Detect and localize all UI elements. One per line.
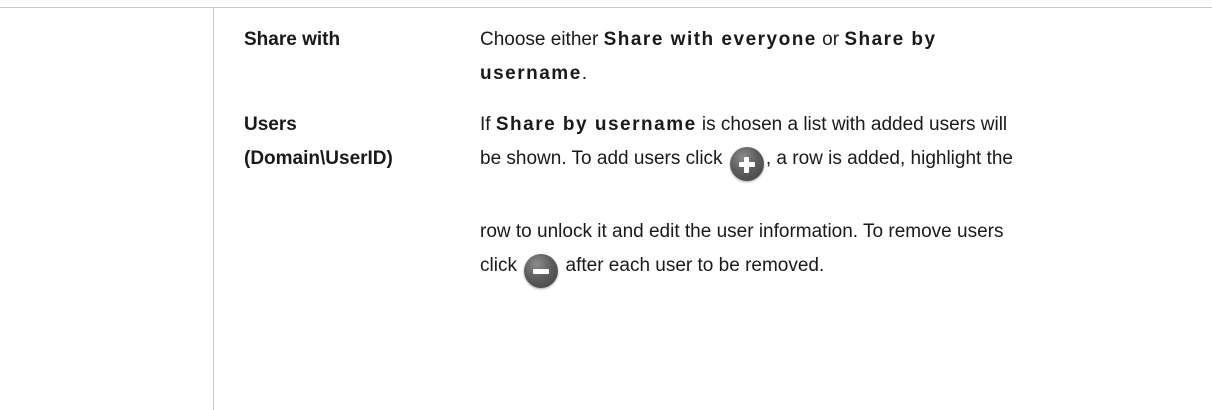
term-users: Users (Domain\UserID) xyxy=(244,108,393,176)
ui-label-share-by-username: Share by xyxy=(844,29,937,50)
help-page: Share with Choose either Share with ever… xyxy=(0,0,1212,410)
definition-line: Choose either Share with everyone or Sha… xyxy=(480,23,1180,57)
text: click xyxy=(480,255,523,276)
text: be shown. To add users click xyxy=(480,148,728,169)
table-left-border xyxy=(213,7,214,410)
definition-share-with: Choose either Share with everyone or Sha… xyxy=(480,23,1180,91)
definition-users: If Share by username is chosen a list wi… xyxy=(480,108,1180,288)
ui-label-share-by-username: Share by username xyxy=(495,114,697,135)
table-top-border xyxy=(0,7,1212,8)
text: . xyxy=(581,63,588,84)
add-plus-icon xyxy=(729,147,764,181)
text: , a row is added, highlight the xyxy=(765,148,1014,169)
ui-label-share-with-everyone: Share with everyone xyxy=(603,29,817,50)
term-line: Users xyxy=(244,114,297,135)
text: after each user to be removed. xyxy=(560,255,825,276)
text: If xyxy=(480,114,496,135)
term-line: (Domain\UserID) xyxy=(244,148,393,169)
definition-line: row to unlock it and edit the user infor… xyxy=(480,221,1004,242)
definition-line: be shown. To add users click , a row is … xyxy=(480,142,1180,181)
text: Choose either xyxy=(480,29,604,50)
text: or xyxy=(816,29,845,50)
definition-line: click after each user to be removed. xyxy=(480,249,1180,288)
term-share-with: Share with xyxy=(244,29,341,50)
definition-line: If Share by username is chosen a list wi… xyxy=(480,108,1180,142)
text: is chosen a list with added users will xyxy=(696,114,1008,135)
definition-line: username. xyxy=(480,57,1180,91)
remove-minus-icon xyxy=(524,254,559,288)
ui-label-share-by-username-cont: username xyxy=(480,63,582,84)
